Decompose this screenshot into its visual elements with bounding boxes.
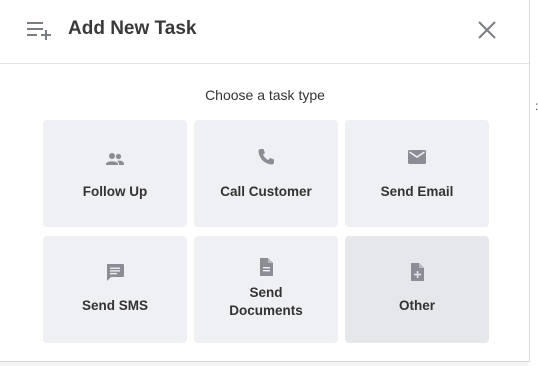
task-type-grid: Follow Up Call Customer Send Email Send … xyxy=(43,120,489,343)
close-icon[interactable] xyxy=(475,18,499,42)
task-tile-send-email[interactable]: Send Email xyxy=(345,120,489,227)
phone-icon xyxy=(258,149,274,165)
task-tile-follow-up[interactable]: Follow Up xyxy=(43,120,187,227)
task-tile-call-customer[interactable]: Call Customer xyxy=(194,120,338,227)
task-tile-send-documents[interactable]: Send Documents xyxy=(194,236,338,343)
dialog-header: Add New Task xyxy=(0,0,529,64)
add-task-dialog: Add New Task Choose a task type Follow U… xyxy=(0,0,530,362)
task-tile-label: Send Documents xyxy=(229,285,303,318)
task-tile-label: Send Email xyxy=(380,184,454,199)
playlist-add-icon xyxy=(27,22,51,40)
message-icon xyxy=(107,264,124,281)
task-tile-send-sms[interactable]: Send SMS xyxy=(43,236,187,343)
task-type-prompt: Choose a task type xyxy=(205,87,325,103)
document-icon xyxy=(260,258,273,276)
add-document-icon xyxy=(411,263,424,281)
people-icon xyxy=(106,153,124,165)
dialog-title: Add New Task xyxy=(68,18,197,39)
task-tile-label: Follow Up xyxy=(82,184,148,199)
envelope-icon xyxy=(408,150,426,164)
task-tile-label: Other xyxy=(398,298,435,313)
task-tile-other[interactable]: Other xyxy=(345,236,489,343)
task-tile-label: Call Customer xyxy=(220,184,312,199)
task-tile-label: Send SMS xyxy=(81,298,148,313)
